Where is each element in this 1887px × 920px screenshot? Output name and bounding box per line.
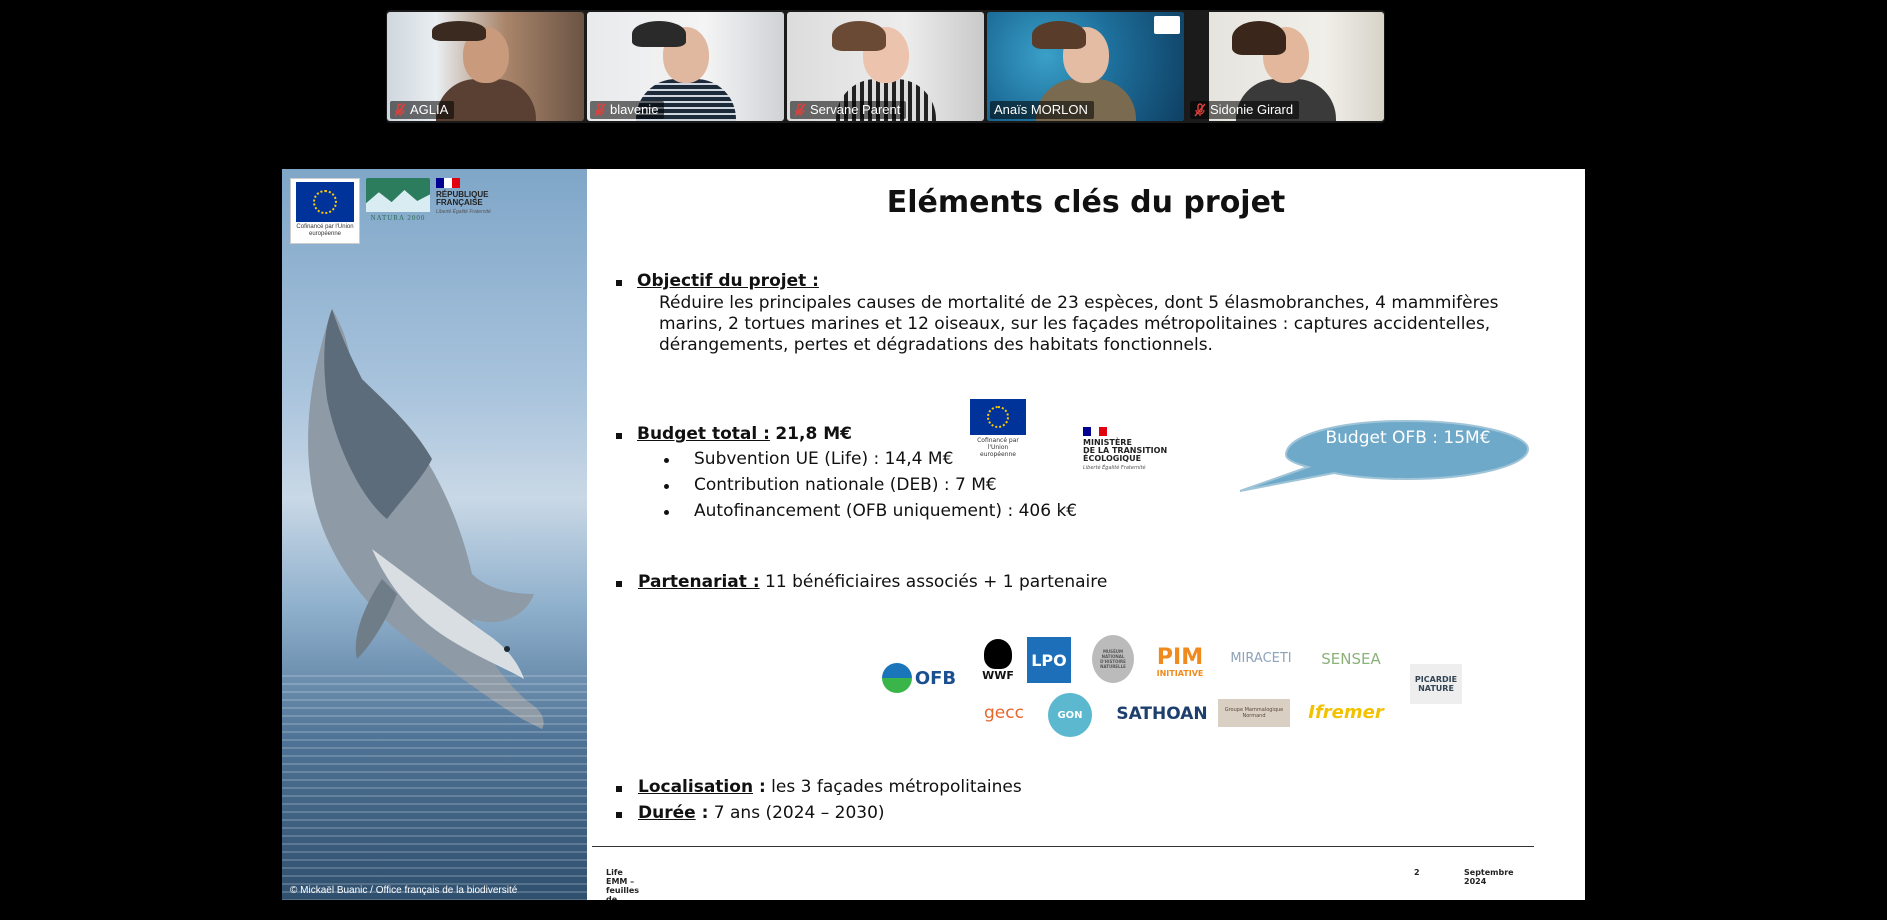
participant-strip: AGLIA blavenie Servane Parent Anaïs MORL… bbox=[386, 10, 1385, 123]
footer-left: Life EMM – feuilles de route bbox=[606, 868, 640, 900]
bullet-dot bbox=[664, 510, 669, 515]
eu-logo: Cofinancé par l'Union européenne bbox=[290, 178, 360, 244]
museum-logo: MUSÉUM NATIONAL D'HISTOIRE NATURELLE bbox=[1092, 635, 1134, 683]
participant-name: Servane Parent bbox=[810, 102, 901, 117]
duree-label: Durée bbox=[638, 803, 696, 823]
gon-logo: GON bbox=[1048, 693, 1092, 737]
objectif-text-line: marins, 2 tortues marines et 12 oiseaux,… bbox=[659, 314, 1491, 334]
share-letterbox-bottom bbox=[282, 900, 1585, 920]
dolphin-photo: Cofinancé par l'Union européenne NATURA … bbox=[282, 169, 587, 900]
bullet-square bbox=[616, 812, 622, 818]
muted-mic-icon bbox=[1194, 103, 1206, 117]
ifremer-logo: Ifremer bbox=[1308, 701, 1384, 723]
natura-2000-logo: NATURA 2000 bbox=[366, 178, 430, 224]
muted-mic-icon bbox=[794, 103, 806, 117]
localisation-line: Localisation : les 3 façades métropolita… bbox=[638, 777, 1022, 798]
partenariat-value: 11 bénéficiaires associés + 1 partenaire bbox=[765, 572, 1108, 592]
miraceti-logo: MIRACETI bbox=[1230, 650, 1292, 666]
screen-share: Cofinancé par l'Union européenne NATURA … bbox=[282, 129, 1585, 920]
partenariat-line: Partenariat : 11 bénéficiaires associés … bbox=[638, 572, 1107, 593]
share-letterbox-top bbox=[282, 129, 1585, 169]
footer-divider bbox=[592, 846, 1534, 847]
participant-name-bar: Sidonie Girard bbox=[1190, 101, 1300, 119]
objectif-text-line: Réduire les principales causes de mortal… bbox=[659, 293, 1499, 313]
participant-name: Anaïs MORLON bbox=[994, 102, 1088, 117]
page-number: 2 bbox=[1414, 868, 1420, 877]
budget-line: Budget total : 21,8 M€ bbox=[637, 424, 852, 445]
slide-title: Eléments clés du projet bbox=[886, 185, 1286, 220]
gecc-logo: gecc bbox=[984, 703, 1024, 723]
participant-tile[interactable]: Sidonie Girard bbox=[1187, 12, 1384, 121]
bullet-dot bbox=[664, 458, 669, 463]
presentation-slide: Cofinancé par l'Union européenne NATURA … bbox=[282, 169, 1585, 900]
budget-label: Budget total : bbox=[637, 424, 770, 444]
participant-name-bar: blavenie bbox=[590, 101, 665, 119]
participant-name: blavenie bbox=[610, 102, 659, 117]
pim-logo: PIM INITIATIVE bbox=[1156, 644, 1204, 678]
ministere-logo: MINISTÈRE DE LA TRANSITION ÉCOLOGIQUE Li… bbox=[1083, 427, 1173, 471]
objectif-text-line: dérangements, pertes et dégradations des… bbox=[659, 335, 1213, 355]
localisation-sep: : bbox=[753, 777, 766, 797]
picardie-nature-logo: PICARDIE NATURE bbox=[1410, 664, 1462, 704]
budget-ofb-bubble: Budget OFB : 15M€ bbox=[1325, 428, 1491, 448]
duree-value: 7 ans (2024 – 2030) bbox=[708, 803, 885, 823]
wwf-logo: WWF bbox=[980, 637, 1016, 683]
footer-date: Septembre 2024 bbox=[1464, 868, 1514, 886]
participant-tile-speaking[interactable]: Anaïs MORLON bbox=[987, 12, 1184, 121]
muted-mic-icon bbox=[594, 103, 606, 117]
gmn-logo: Groupe Mammalogique Normand bbox=[1218, 699, 1290, 727]
participant-name-bar: AGLIA bbox=[390, 101, 455, 119]
sathoan-logo: SATHOAN bbox=[1116, 704, 1208, 724]
budget-item: Autofinancement (OFB uniquement) : 406 k… bbox=[694, 501, 1078, 521]
objectif-label: Objectif du projet : bbox=[637, 271, 819, 291]
sensea-logo: SENSEA bbox=[1321, 650, 1381, 668]
duree-sep: : bbox=[695, 803, 709, 823]
bullet-dot bbox=[664, 484, 669, 489]
speech-bubble bbox=[1239, 419, 1530, 492]
participant-name-bar: Anaïs MORLON bbox=[990, 101, 1094, 119]
localisation-value: les 3 façades métropolitaines bbox=[765, 777, 1022, 797]
funding-logos: Cofinancé par l'Union européenne NATURA … bbox=[290, 178, 498, 244]
participant-tile[interactable]: AGLIA bbox=[387, 12, 584, 121]
eu-logo: Cofinancé par l'Union européenne bbox=[970, 399, 1026, 458]
photo-credit: © Mickaël Buanic / Office français de la… bbox=[290, 885, 518, 896]
participant-tile[interactable]: blavenie bbox=[587, 12, 784, 121]
budget-item: Subvention UE (Life) : 14,4 M€ bbox=[694, 449, 954, 469]
budget-item: Contribution nationale (DEB) : 7 M€ bbox=[694, 475, 997, 495]
lpo-logo: LPO bbox=[1027, 637, 1071, 683]
budget-value: 21,8 M€ bbox=[775, 424, 852, 444]
ofb-logo: OFB bbox=[879, 661, 959, 695]
participant-name: AGLIA bbox=[410, 102, 449, 117]
participant-tile[interactable]: Servane Parent bbox=[787, 12, 984, 121]
republique-francaise-logo: RÉPUBLIQUE FRANÇAISE Liberté Égalité Fra… bbox=[436, 178, 498, 215]
duree-line: Durée : 7 ans (2024 – 2030) bbox=[638, 803, 885, 824]
bullet-square bbox=[616, 433, 622, 439]
ofb-logo-icon bbox=[1154, 16, 1180, 34]
participant-name: Sidonie Girard bbox=[1210, 102, 1294, 117]
bullet-square bbox=[616, 280, 622, 286]
bullet-square bbox=[616, 581, 622, 587]
water-surface bbox=[282, 669, 587, 900]
partenariat-label: Partenariat : bbox=[638, 572, 760, 592]
bullet-square bbox=[616, 786, 622, 792]
muted-mic-icon bbox=[394, 103, 406, 117]
localisation-label: Localisation bbox=[638, 777, 754, 797]
participant-name-bar: Servane Parent bbox=[790, 101, 907, 119]
